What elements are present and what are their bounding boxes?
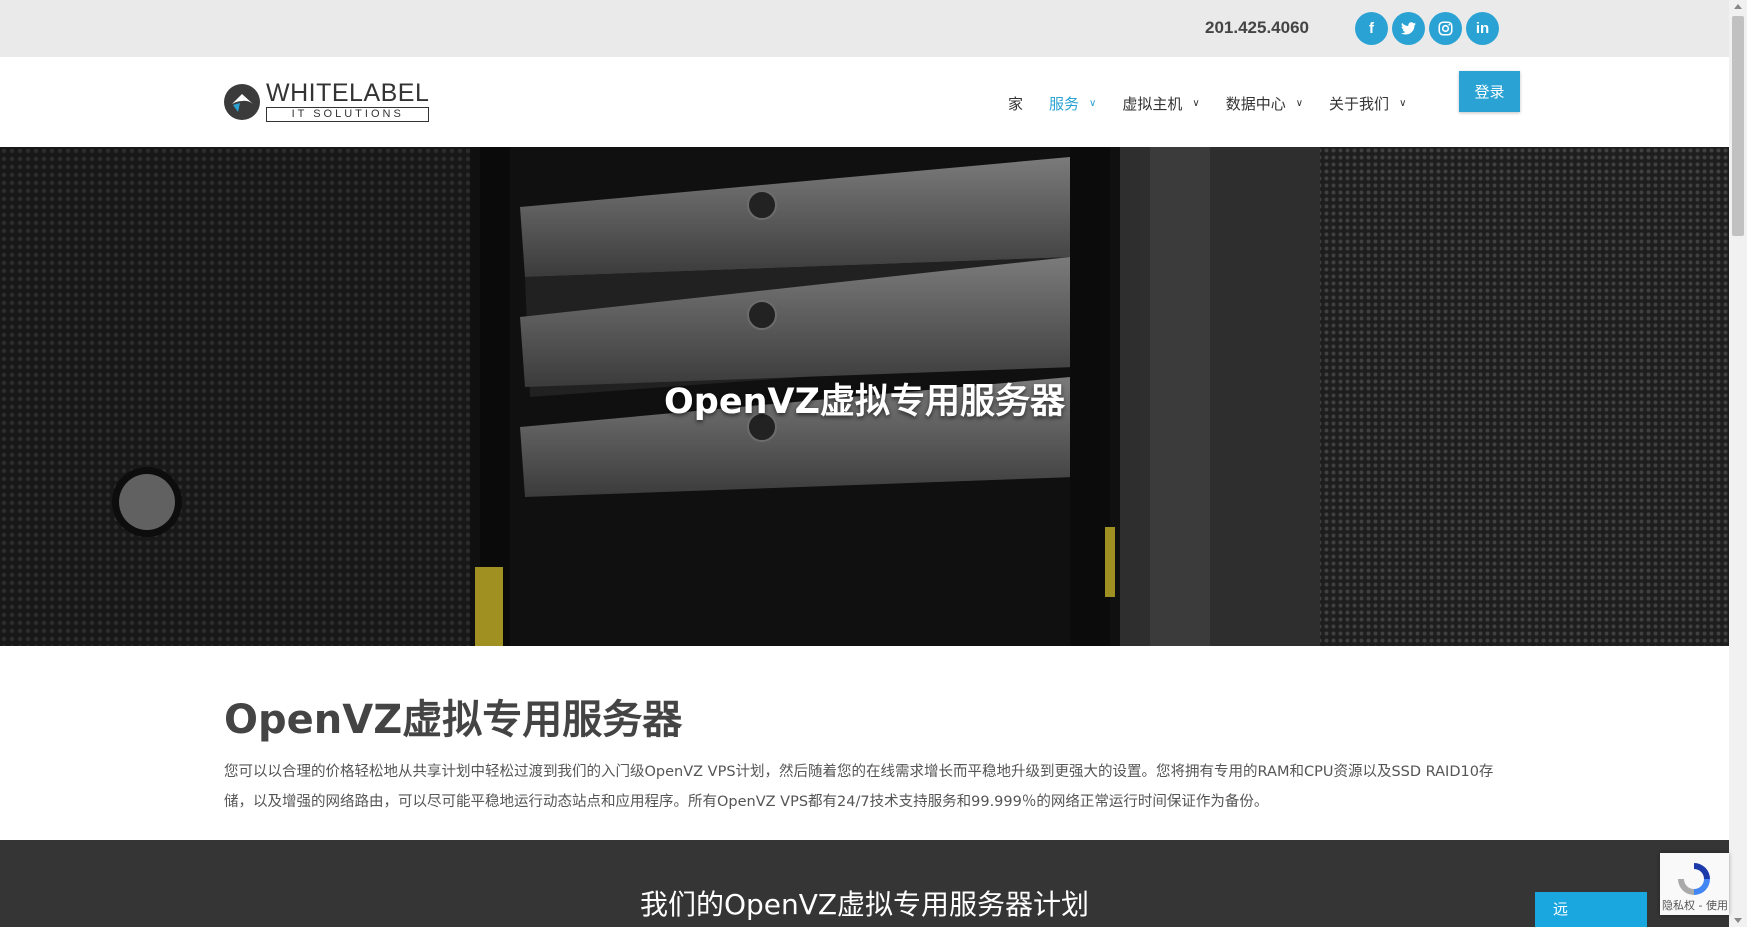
intro-body: 您可以以合理的价格轻松地从共享计划中轻松过渡到我们的入门级OpenVZ VPS计… xyxy=(224,764,1494,810)
top-bar: 201.425.4060 f in xyxy=(0,0,1729,57)
chevron-down-icon: ∨ xyxy=(1399,98,1407,109)
recaptcha-terms-link[interactable]: 隐私权 - 使用 xyxy=(1662,897,1728,913)
intro-heading: OpenVZ虚拟专用服务器 xyxy=(224,697,683,743)
recaptcha-badge[interactable]: 隐私权 - 使用 xyxy=(1660,853,1729,915)
social-links: f in xyxy=(1355,12,1499,45)
plans-section: 我们的OpenVZ虚拟专用服务器计划 xyxy=(0,840,1729,927)
logo-tagline: IT SOLUTIONS xyxy=(266,107,430,122)
chevron-down-icon: ∨ xyxy=(1295,98,1304,109)
scrollbar-thumb[interactable] xyxy=(1732,16,1744,236)
site-header: WHITELABEL IT SOLUTIONS 家 服务 ∨ 虚拟主机 ∨ 数据中心… xyxy=(0,57,1729,148)
nav-item-home[interactable]: 家 xyxy=(1008,93,1023,114)
main-nav: 家 服务 ∨ 虚拟主机 ∨ 数据中心 ∨ 关于我们 ∨ xyxy=(1008,93,1432,114)
site-logo[interactable]: WHITELABEL IT SOLUTIONS xyxy=(224,79,430,122)
logo-mark-icon xyxy=(224,83,260,120)
scroll-up-icon[interactable] xyxy=(1734,4,1742,9)
plans-heading: 我们的OpenVZ虚拟专用服务器计划 xyxy=(639,888,1090,921)
live-chat-button[interactable]: 远 xyxy=(1535,892,1647,927)
nav-item-services[interactable]: 服务 ∨ xyxy=(1049,93,1096,114)
logo-wordmark: WHITELABEL xyxy=(266,79,430,107)
chevron-down-icon: ∨ xyxy=(1089,98,1097,109)
phone-number[interactable]: 201.425.4060 xyxy=(1205,18,1309,38)
linkedin-icon[interactable]: in xyxy=(1466,12,1499,45)
hero-title: OpenVZ虚拟专用服务器 xyxy=(664,382,1065,422)
recaptcha-icon xyxy=(1678,863,1710,895)
chevron-down-icon: ∨ xyxy=(1192,98,1200,109)
intro-section: OpenVZ虚拟专用服务器 您可以以合理的价格轻松地从共享计划中轻松过渡到我们的… xyxy=(224,687,1514,817)
facebook-icon[interactable]: f xyxy=(1355,12,1388,45)
instagram-icon[interactable] xyxy=(1429,12,1462,45)
nav-item-data-center[interactable]: 数据中心 ∨ xyxy=(1226,93,1303,114)
nav-item-virtual-hosting[interactable]: 虚拟主机 ∨ xyxy=(1122,93,1199,114)
twitter-icon[interactable] xyxy=(1392,12,1425,45)
hero-banner: OpenVZ虚拟专用服务器 xyxy=(0,147,1729,646)
nav-item-about-us[interactable]: 关于我们 ∨ xyxy=(1329,93,1406,114)
page-scrollbar[interactable] xyxy=(1729,0,1747,927)
scroll-down-icon[interactable] xyxy=(1734,918,1742,923)
login-button[interactable]: 登录 xyxy=(1459,71,1520,112)
